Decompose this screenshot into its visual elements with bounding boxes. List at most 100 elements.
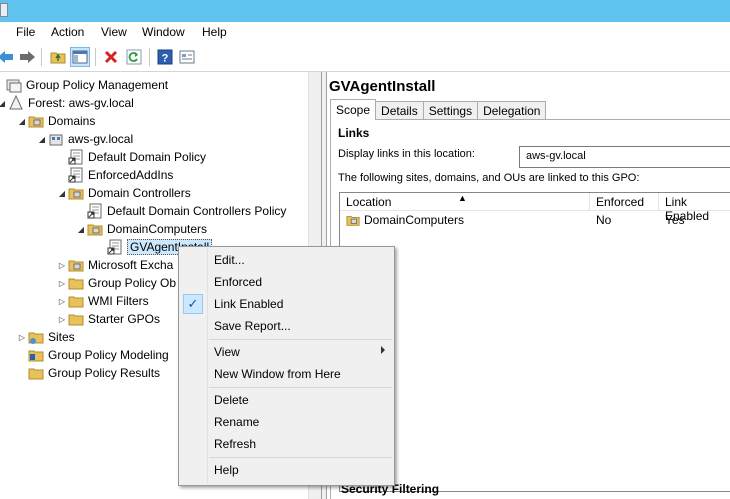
list-header: Location ▲ Enforced Link Enabled — [340, 193, 730, 223]
tree-item-gp-modeling[interactable]: Group Policy Modeling — [16, 346, 169, 364]
expand-arrow-icon[interactable]: ▷ — [56, 274, 68, 292]
delete-icon[interactable] — [101, 47, 121, 67]
menu-window[interactable]: Window — [142, 25, 185, 39]
forward-icon[interactable] — [17, 47, 37, 67]
column-link-enabled[interactable]: Link Enabled — [659, 193, 730, 223]
column-enforced[interactable]: Enforced — [590, 193, 659, 211]
tree-item-enforced-addins[interactable]: EnforcedAddIns — [56, 166, 173, 184]
folder-icon — [68, 275, 84, 291]
app-icon — [0, 3, 8, 17]
expand-arrow-icon[interactable]: ▷ — [16, 328, 28, 346]
tree-item-default-domain-policy[interactable]: Default Domain Policy — [56, 148, 206, 166]
domains-folder-icon — [28, 113, 44, 129]
enforced-cell: No — [596, 213, 612, 227]
menu-item-refresh[interactable]: Refresh — [180, 433, 393, 455]
refresh-icon[interactable] — [124, 47, 144, 67]
link-enabled-cell: Yes — [665, 213, 685, 227]
window-titlebar — [0, 0, 730, 22]
expand-arrow-icon[interactable]: ▷ — [56, 292, 68, 310]
location-cell: DomainComputers — [346, 213, 464, 227]
menu-item-view[interactable]: View — [180, 341, 393, 363]
links-list: Location ▲ Enforced Link Enabled DomainC… — [339, 192, 730, 492]
ou-folder-icon — [346, 213, 360, 227]
gpo-link-icon — [87, 203, 103, 219]
links-heading: Links — [338, 126, 370, 140]
tab-settings[interactable]: Settings — [422, 101, 479, 120]
linked-description: The following sites, domains, and OUs ar… — [338, 172, 640, 184]
svg-text:?: ? — [162, 53, 169, 65]
tree-item-sites[interactable]: ▷ Sites — [16, 328, 75, 346]
menu-file[interactable]: File — [16, 25, 35, 39]
tree-label: Group Policy Management — [26, 78, 169, 92]
show-hide-tree-icon[interactable] — [70, 47, 90, 67]
collapse-arrow-icon[interactable]: ◢ — [56, 184, 68, 202]
properties-icon[interactable] — [177, 47, 197, 67]
folder-icon — [68, 311, 84, 327]
menu-item-save-report[interactable]: Save Report... — [180, 315, 393, 337]
modeling-icon — [28, 347, 44, 363]
up-folder-icon[interactable] — [48, 47, 68, 67]
collapse-arrow-icon[interactable]: ◢ — [0, 94, 8, 112]
menu-item-enforced[interactable]: Enforced — [180, 271, 393, 293]
table-row[interactable]: DomainComputers No Yes — [340, 211, 730, 229]
menu-separator — [209, 339, 392, 340]
tree-item-gp-results[interactable]: Group Policy Results — [16, 364, 160, 382]
menu-item-rename[interactable]: Rename — [180, 411, 393, 433]
gpo-link-icon — [107, 239, 123, 255]
tree-item-domain[interactable]: ◢ aws-gv.local — [36, 130, 133, 148]
menu-view[interactable]: View — [101, 25, 127, 39]
tree-item-wmi-filters[interactable]: ▷ WMI Filters — [56, 292, 149, 310]
menu-separator — [209, 387, 392, 388]
gpo-link-icon — [68, 167, 84, 183]
folder-icon — [68, 293, 84, 309]
display-links-label: Display links in this location: — [338, 148, 475, 160]
gpo-title: GVAgentInstall — [329, 78, 436, 95]
ou-folder-icon — [87, 221, 103, 237]
collapse-arrow-icon[interactable]: ◢ — [16, 112, 28, 130]
tree-item-domain-controllers[interactable]: ◢ Domain Controllers — [56, 184, 191, 202]
menu-item-new-window[interactable]: New Window from Here — [180, 363, 393, 385]
gpo-link-icon — [68, 149, 84, 165]
menu-action[interactable]: Action — [51, 25, 84, 39]
back-icon[interactable] — [0, 47, 16, 67]
results-folder-icon — [28, 365, 44, 381]
menu-item-help[interactable]: Help — [180, 459, 393, 481]
tab-details[interactable]: Details — [375, 101, 424, 120]
tree-item-microsoft-exchange[interactable]: ▷ Microsoft Excha — [56, 256, 173, 274]
ou-folder-icon — [68, 257, 84, 273]
collapse-arrow-icon[interactable]: ◢ — [75, 220, 87, 238]
tree-item-default-dc-policy[interactable]: Default Domain Controllers Policy — [75, 202, 286, 220]
toolbar: ? — [0, 42, 730, 72]
menu-item-edit[interactable]: Edit... — [180, 249, 393, 271]
toolbar-separator — [95, 48, 96, 66]
menu-separator — [209, 457, 392, 458]
toolbar-separator — [41, 48, 42, 66]
menu-item-delete[interactable]: Delete — [180, 389, 393, 411]
forest-icon — [8, 95, 24, 111]
collapse-arrow-icon[interactable]: ◢ — [36, 130, 48, 148]
expand-arrow-icon[interactable]: ▷ — [56, 310, 68, 328]
menu-help[interactable]: Help — [202, 25, 227, 39]
menu-item-link-enabled[interactable]: ✓ Link Enabled — [180, 293, 393, 315]
ou-folder-icon — [68, 185, 84, 201]
tree-item-group-policy-objects[interactable]: ▷ Group Policy Ob — [56, 274, 176, 292]
tree-item-domains[interactable]: ◢ Domains — [16, 112, 95, 130]
sort-arrow-icon: ▲ — [458, 193, 467, 203]
location-dropdown[interactable]: aws-gv.local — [519, 146, 730, 168]
checkmark-icon: ✓ — [183, 294, 203, 314]
help-icon[interactable]: ? — [155, 47, 175, 67]
tree-item-root[interactable]: Group Policy Management — [0, 76, 168, 94]
submenu-arrow-icon — [381, 346, 385, 354]
domain-icon — [48, 131, 64, 147]
tab-delegation[interactable]: Delegation — [477, 101, 547, 120]
tree-item-forest[interactable]: ◢ Forest: aws-gv.local — [0, 94, 134, 112]
tree-item-domain-computers[interactable]: ◢ DomainComputers — [75, 220, 207, 238]
menubar: File Action View Window Help — [0, 22, 730, 42]
tab-scope[interactable]: Scope — [330, 99, 377, 120]
context-menu: Edit... Enforced ✓ Link Enabled Save Rep… — [178, 246, 395, 486]
tree-item-starter-gpos[interactable]: ▷ Starter GPOs — [56, 310, 160, 328]
expand-arrow-icon[interactable]: ▷ — [56, 256, 68, 274]
group-policy-management-icon — [6, 77, 22, 93]
toolbar-separator — [149, 48, 150, 66]
column-location[interactable]: Location ▲ — [340, 193, 590, 211]
